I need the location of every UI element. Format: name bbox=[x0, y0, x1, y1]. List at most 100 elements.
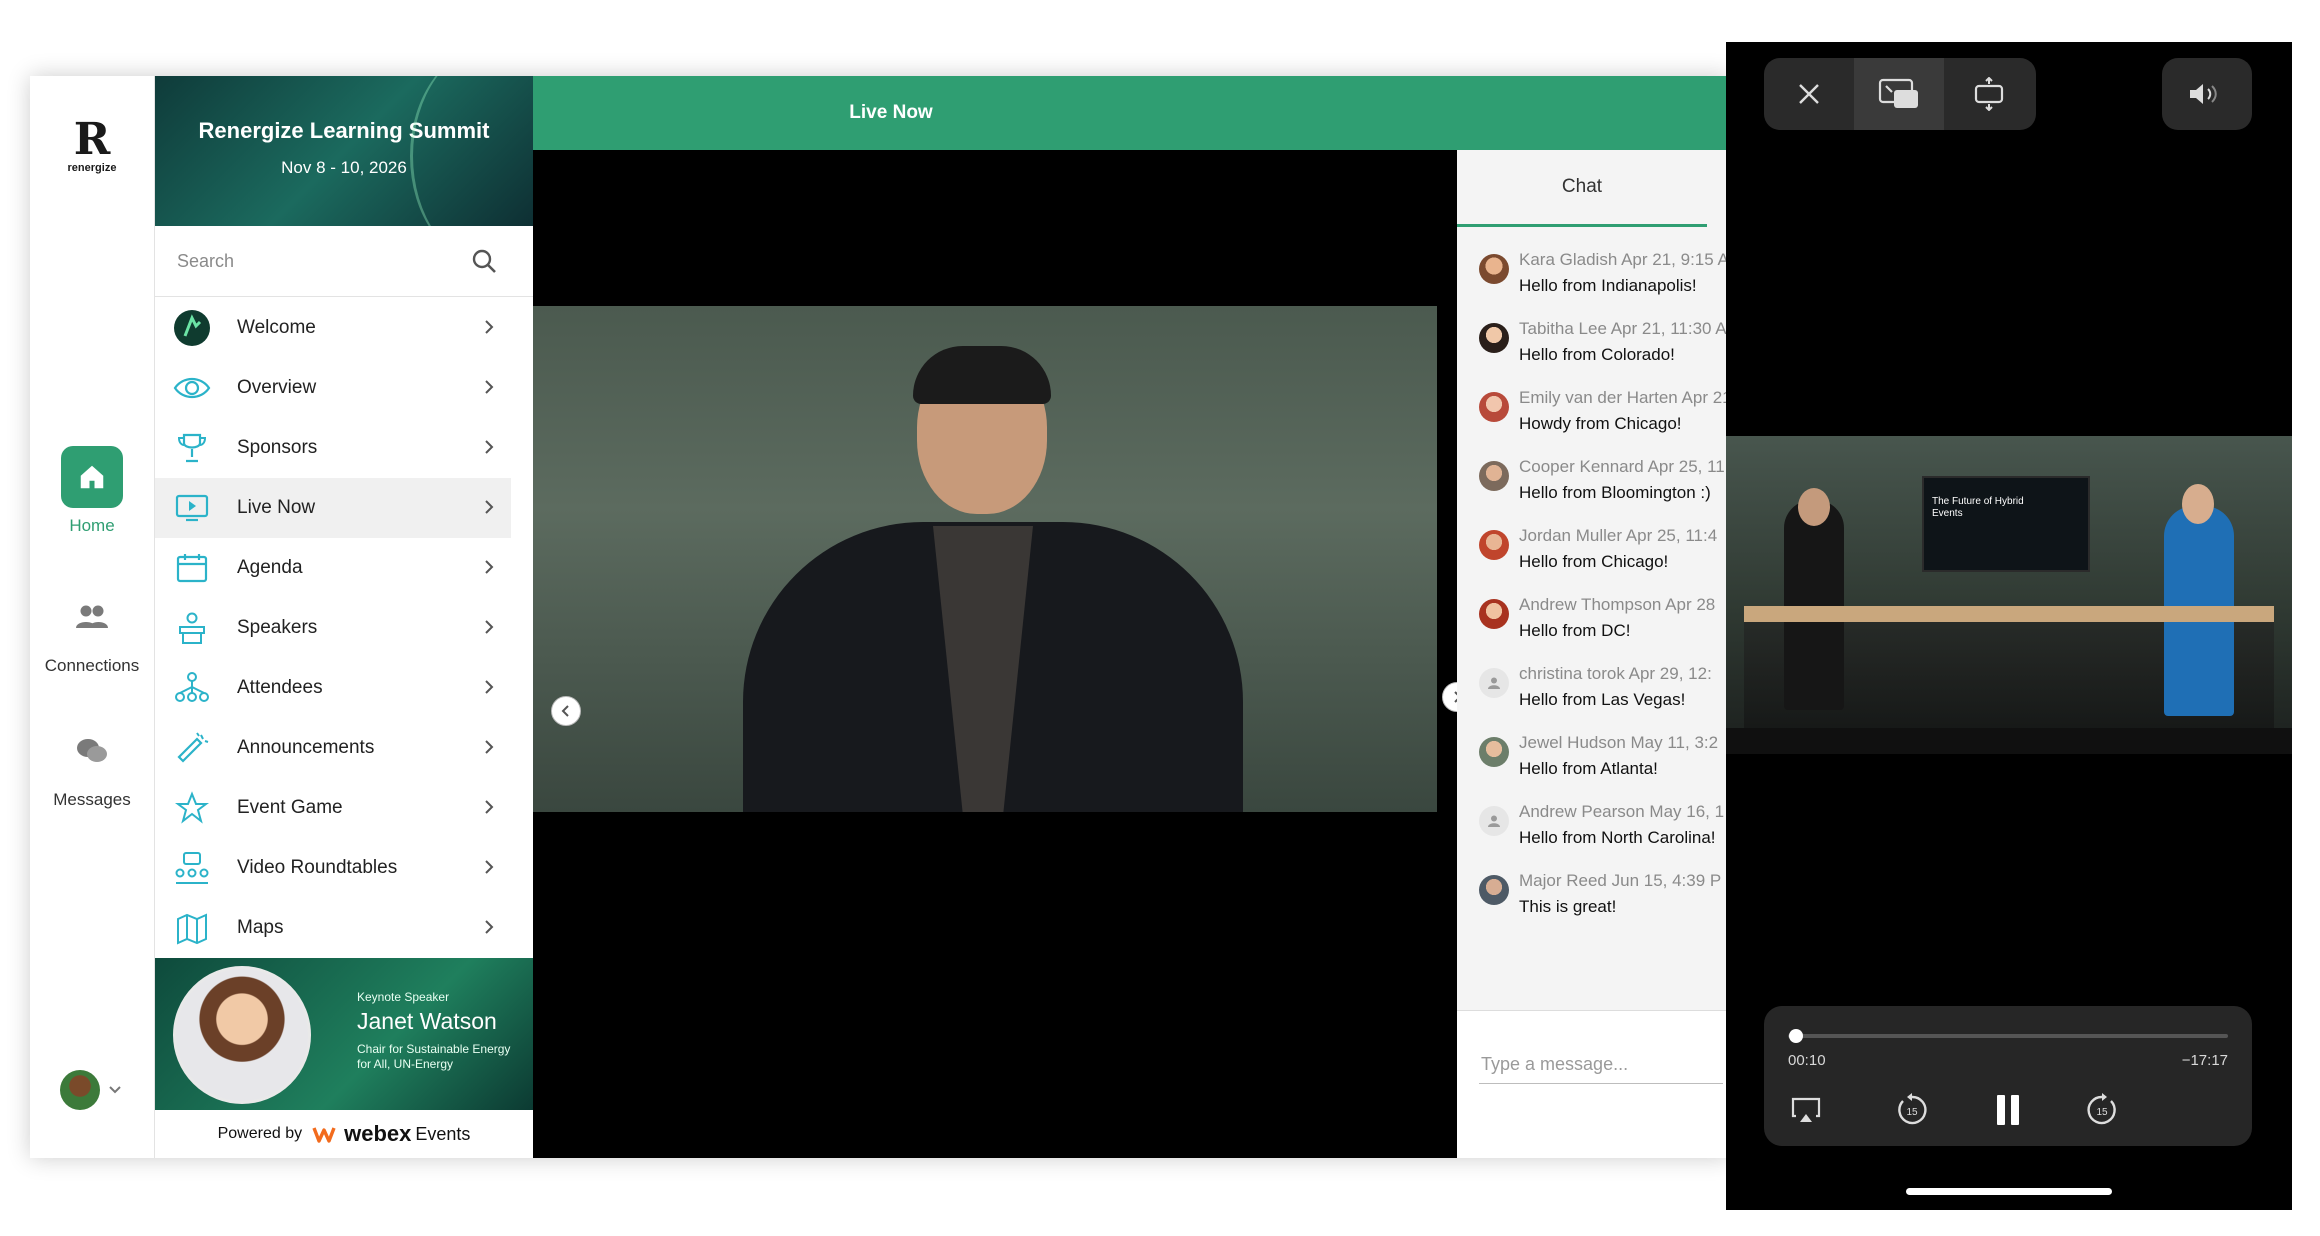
chevron-right-icon bbox=[485, 620, 494, 634]
avatar bbox=[1479, 392, 1509, 422]
chevron-right-icon bbox=[485, 500, 494, 514]
menu-item-label: Maps bbox=[237, 917, 284, 938]
message-author: Emily van der Harten bbox=[1519, 388, 1678, 407]
mobile-video-frame[interactable]: The Future of Hybrid Events bbox=[1726, 436, 2292, 754]
rail-connections[interactable]: Connections bbox=[30, 586, 154, 676]
airplay-button[interactable] bbox=[1784, 1088, 1828, 1132]
map-icon bbox=[172, 908, 212, 948]
collapse-menu-button[interactable] bbox=[551, 696, 581, 726]
skip-forward-button[interactable]: 15 bbox=[2080, 1088, 2124, 1132]
avatar bbox=[1479, 530, 1509, 560]
close-icon bbox=[1799, 84, 1819, 104]
tab-chat[interactable]: Chat bbox=[1457, 150, 1707, 227]
topbar-title: Live Now bbox=[849, 102, 933, 123]
keynote-kicker: Keynote Speaker bbox=[357, 990, 450, 1004]
powered-by: Powered by webex Events bbox=[155, 1110, 533, 1158]
message-text: Hello from Las Vegas! bbox=[1519, 690, 1686, 709]
chevron-right-icon bbox=[485, 740, 494, 754]
chat-message-input[interactable] bbox=[1479, 1053, 1723, 1084]
message-author: Major Reed bbox=[1519, 871, 1607, 890]
close-button[interactable] bbox=[1764, 58, 1854, 130]
eye-icon bbox=[172, 368, 212, 408]
message-text: Hello from Atlanta! bbox=[1519, 759, 1658, 778]
progress-track[interactable] bbox=[1788, 1034, 2228, 1038]
message-text: Hello from North Carolina! bbox=[1519, 828, 1716, 847]
default-avatar-icon bbox=[1479, 668, 1509, 698]
video-frame[interactable] bbox=[533, 306, 1437, 812]
message-author: Tabitha Lee bbox=[1519, 319, 1607, 338]
user-menu[interactable] bbox=[60, 1070, 124, 1110]
message-author: christina torok bbox=[1519, 664, 1625, 683]
menu-item-attendees[interactable]: Attendees bbox=[155, 658, 511, 718]
presenter-left-head bbox=[1798, 488, 1830, 526]
pause-button[interactable] bbox=[1986, 1088, 2030, 1132]
avatar bbox=[1479, 599, 1509, 629]
network-icon bbox=[172, 668, 212, 708]
speaker-volume-icon bbox=[2190, 84, 2217, 104]
message-text: Hello from Bloomington :) bbox=[1519, 483, 1711, 502]
menu-item-live-now[interactable]: Live Now bbox=[155, 478, 511, 538]
chevron-right-icon bbox=[485, 860, 494, 874]
volume-button[interactable] bbox=[2162, 58, 2252, 130]
podium-icon bbox=[172, 608, 212, 648]
message-meta: Andrew Pearson May 16, 1 bbox=[1519, 802, 1724, 822]
studio-floor bbox=[1726, 728, 2292, 754]
rail-messages[interactable]: Messages bbox=[30, 720, 154, 810]
avatar bbox=[1479, 323, 1509, 353]
menu-item-label: Attendees bbox=[237, 677, 323, 698]
roundtable-icon bbox=[172, 848, 212, 888]
home-icon bbox=[61, 446, 123, 508]
message-time: Apr 21, 9:15 AM bbox=[1621, 250, 1730, 269]
keynote-banner[interactable]: Keynote Speaker Janet Watson Chair for S… bbox=[155, 958, 533, 1110]
brand-logo[interactable]: R renergize bbox=[54, 118, 130, 175]
presenter-right-head bbox=[2182, 484, 2214, 524]
progress-knob[interactable] bbox=[1789, 1029, 1804, 1043]
trophy-icon bbox=[172, 428, 212, 468]
expand-button[interactable] bbox=[1944, 58, 2034, 130]
menu-item-speakers[interactable]: Speakers bbox=[155, 598, 511, 658]
skip-back-button[interactable]: 15 bbox=[1890, 1088, 1934, 1132]
chat-bubbles-icon bbox=[61, 720, 123, 782]
pip-button[interactable] bbox=[1854, 58, 1944, 130]
menu-item-welcome[interactable]: Welcome bbox=[155, 298, 511, 358]
message-time: Apr 25, 11:4 bbox=[1625, 526, 1718, 545]
message-text: Hello from Colorado! bbox=[1519, 345, 1675, 364]
chevron-right-icon bbox=[485, 680, 494, 694]
message-meta: Jewel Hudson May 11, 3:2 bbox=[1519, 733, 1718, 753]
calendar-icon bbox=[172, 548, 212, 588]
player-top-controls bbox=[1764, 58, 2036, 130]
skip-back-seconds: 15 bbox=[1906, 1107, 1918, 1118]
video-player[interactable] bbox=[533, 150, 1457, 1158]
message-time: Apr 21, 11:30 AM bbox=[1610, 319, 1730, 338]
message-text: Hello from Indianapolis! bbox=[1519, 276, 1697, 295]
chevron-right-icon bbox=[485, 920, 494, 934]
home-indicator[interactable] bbox=[1906, 1188, 2112, 1195]
powered-brand: webex bbox=[344, 1121, 412, 1146]
menu-item-event-game[interactable]: Event Game bbox=[155, 778, 511, 838]
airplay-icon bbox=[1791, 1097, 1821, 1122]
menu-item-label: Overview bbox=[237, 377, 317, 398]
presenter-left bbox=[1784, 500, 1844, 710]
menu-item-video-roundtables[interactable]: Video Roundtables bbox=[155, 838, 511, 898]
menu-item-overview[interactable]: Overview bbox=[155, 358, 511, 418]
menu-item-sponsors[interactable]: Sponsors bbox=[155, 418, 511, 478]
pause-icon bbox=[1997, 1095, 2019, 1125]
search-icon[interactable] bbox=[471, 248, 497, 274]
menu-item-maps[interactable]: Maps bbox=[155, 898, 511, 958]
menu-item-label: Announcements bbox=[237, 737, 375, 758]
avatar bbox=[1479, 254, 1509, 284]
skip-back-15-icon: 15 bbox=[1898, 1093, 1927, 1125]
menu-item-announcements[interactable]: Announcements bbox=[155, 718, 511, 778]
menu-item-label: Event Game bbox=[237, 797, 343, 818]
menu-item-agenda[interactable]: Agenda bbox=[155, 538, 511, 598]
message-text: Hello from Chicago! bbox=[1519, 552, 1669, 571]
message-time: Jun 15, 4:39 P bbox=[1611, 871, 1722, 890]
message-meta: Andrew Thompson Apr 28 bbox=[1519, 595, 1715, 615]
message-time: May 11, 3:2 bbox=[1630, 733, 1719, 752]
message-meta: christina torok Apr 29, 12: bbox=[1519, 664, 1712, 684]
message-text: Howdy from Chicago! bbox=[1519, 414, 1682, 433]
event-title: Renergize Learning Summit bbox=[198, 118, 490, 143]
search-input[interactable] bbox=[175, 249, 469, 273]
rail-home[interactable]: Home bbox=[30, 446, 154, 536]
megaphone-icon bbox=[172, 728, 212, 768]
